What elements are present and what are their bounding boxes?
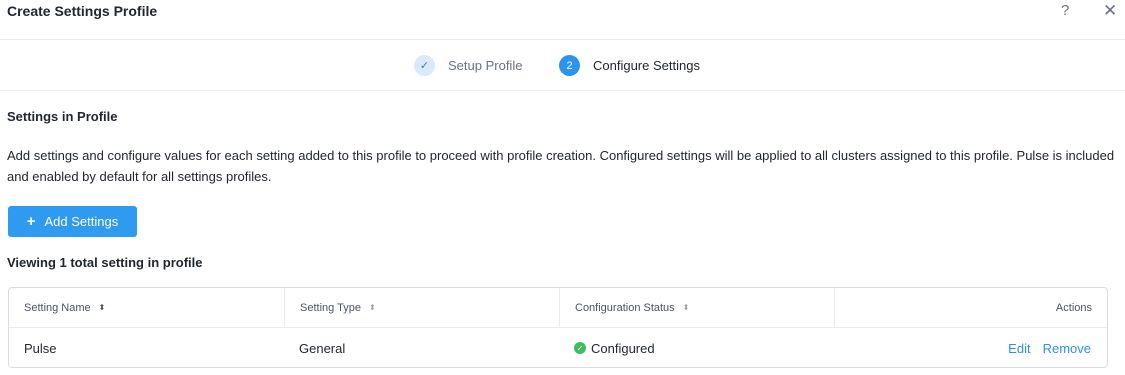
sort-icon[interactable]: ⬍ (369, 304, 376, 312)
step-label: Configure Settings (593, 58, 700, 73)
edit-link[interactable]: Edit (1008, 341, 1030, 356)
column-header-configuration-status[interactable]: Configuration Status ⬍ (559, 288, 834, 328)
settings-count-text: Viewing 1 total setting in profile (7, 255, 203, 270)
status-label: Configured (591, 340, 655, 356)
sort-icon[interactable]: ⬍ (99, 304, 106, 312)
step-setup-profile[interactable]: ✓ Setup Profile (414, 55, 522, 76)
column-header-setting-type[interactable]: Setting Type ⬍ (284, 288, 559, 328)
settings-table: Setting Name ⬍ Setting Type ⬍ Configurat… (8, 287, 1108, 368)
column-header-label: Setting Name (24, 302, 91, 314)
plus-icon: + (26, 213, 36, 230)
add-settings-button[interactable]: + Add Settings (8, 206, 137, 237)
setting-type-cell: General (299, 340, 346, 356)
setting-name-cell: Pulse (24, 340, 57, 356)
help-icon[interactable]: ? (1061, 2, 1069, 19)
modal-title: Create Settings Profile (7, 3, 158, 19)
actions-cell: Edit Remove (996, 328, 1091, 367)
table-header: Setting Name ⬍ Setting Type ⬍ Configurat… (9, 288, 1107, 328)
column-header-actions: Actions (834, 288, 1107, 328)
step-configure-settings[interactable]: 2 Configure Settings (559, 55, 700, 76)
modal-header: Create Settings Profile ? ✕ (0, 0, 1125, 40)
check-circle-icon: ✓ (574, 342, 586, 354)
step-label: Setup Profile (448, 58, 523, 73)
column-header-setting-name[interactable]: Setting Name ⬍ (9, 288, 284, 328)
wizard-steps: ✓ Setup Profile 2 Configure Settings (0, 41, 1125, 91)
table-row: Pulse General ✓ Configured Edit Remove (9, 328, 1107, 367)
column-header-label: Setting Type (300, 302, 361, 314)
checkmark-icon: ✓ (414, 55, 435, 76)
close-icon[interactable]: ✕ (1103, 1, 1117, 21)
sort-icon[interactable]: ⬍ (683, 304, 690, 312)
section-title: Settings in Profile (7, 109, 118, 124)
column-header-label: Actions (1055, 302, 1092, 314)
remove-link[interactable]: Remove (1043, 341, 1091, 356)
column-header-label: Configuration Status (575, 302, 675, 314)
add-settings-label: Add Settings (44, 214, 119, 229)
step-number-badge: 2 (559, 55, 580, 76)
section-description: Add settings and configure values for ea… (7, 148, 1115, 184)
configuration-status-cell: ✓ Configured (574, 328, 655, 367)
